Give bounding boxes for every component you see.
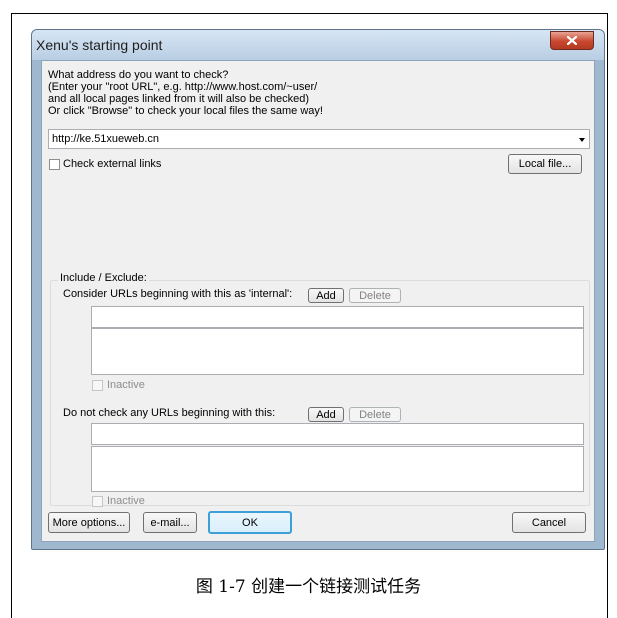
exclude-url-list[interactable] — [91, 446, 584, 492]
exclude-url-input[interactable] — [91, 423, 584, 445]
window-title: Xenu's starting point — [36, 37, 163, 53]
exclude-inactive-checkbox[interactable] — [92, 496, 103, 507]
internal-url-list[interactable] — [91, 328, 584, 375]
figure-caption: 图 1-7 创建一个链接测试任务 — [195, 577, 422, 597]
exclude-urls-label: Do not check any URLs beginning with thi… — [63, 407, 276, 419]
instruction-line: What address do you want to check? — [48, 69, 229, 81]
close-button[interactable] — [550, 31, 594, 50]
email-button[interactable]: e-mail... — [143, 512, 197, 533]
close-icon — [567, 36, 577, 45]
internal-url-input[interactable] — [91, 306, 584, 328]
url-value: http://ke.51xueweb.cn — [52, 133, 160, 145]
check-external-label: Check external links — [63, 158, 162, 170]
check-external-checkbox[interactable] — [49, 159, 60, 170]
exclude-add-button[interactable]: Add — [308, 407, 344, 422]
dialog-window: Xenu's starting point What address do yo… — [31, 29, 605, 550]
instruction-line: (Enter your "root URL", e.g. http://www.… — [48, 81, 318, 93]
exclude-delete-button[interactable]: Delete — [349, 407, 401, 422]
internal-inactive-label: Inactive — [107, 379, 145, 391]
include-exclude-title: Include / Exclude: — [58, 272, 149, 284]
ok-button[interactable]: OK — [208, 511, 292, 534]
instruction-line: and all local pages linked from it will … — [48, 93, 310, 105]
dropdown-arrow-icon[interactable] — [579, 138, 585, 142]
instructions-text: What address do you want to check? (Ente… — [48, 69, 323, 117]
more-options-button[interactable]: More options... — [48, 512, 130, 533]
internal-inactive-checkbox[interactable] — [92, 380, 103, 391]
internal-delete-button[interactable]: Delete — [349, 288, 401, 303]
cancel-button[interactable]: Cancel — [512, 512, 586, 533]
url-combobox[interactable]: http://ke.51xueweb.cn — [48, 129, 590, 149]
dialog-body: What address do you want to check? (Ente… — [41, 60, 595, 542]
title-bar: Xenu's starting point — [32, 30, 604, 60]
instruction-line: Or click "Browse" to check your local fi… — [48, 105, 323, 117]
internal-urls-label: Consider URLs beginning with this as 'in… — [63, 288, 293, 300]
internal-add-button[interactable]: Add — [308, 288, 344, 303]
local-file-button[interactable]: Local file... — [508, 154, 582, 174]
exclude-inactive-label: Inactive — [107, 495, 145, 507]
